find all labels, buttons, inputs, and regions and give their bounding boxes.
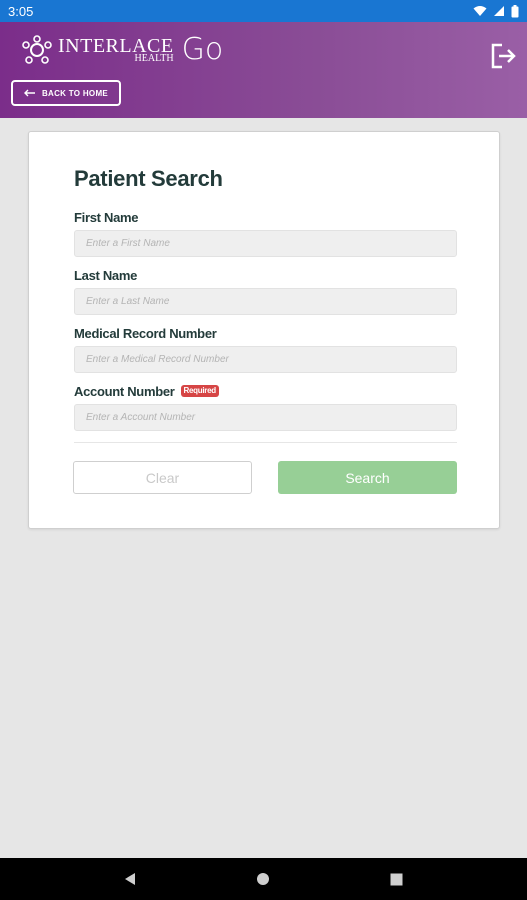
page-title: Patient Search: [74, 166, 223, 191]
divider: [74, 442, 457, 443]
first-name-label: First Name: [74, 209, 139, 225]
system-nav-bar: [0, 858, 527, 900]
logout-icon[interactable]: [489, 42, 517, 70]
first-name-input[interactable]: Enter a First Name: [74, 230, 457, 257]
medical-record-number-input[interactable]: Enter a Medical Record Number: [74, 346, 457, 373]
signal-icon: [494, 6, 504, 16]
back-to-home-button[interactable]: BACK TO HOME: [11, 80, 121, 106]
home-circle-icon: [257, 873, 269, 885]
logo-go: Go: [181, 32, 224, 67]
account-number-label: Account Number: [74, 383, 175, 399]
status-bar: 3:05: [0, 0, 527, 22]
account-number-field: Account Number Required Enter a Account …: [74, 382, 457, 431]
recents-nav-button[interactable]: [390, 873, 403, 886]
home-nav-button[interactable]: [256, 872, 270, 886]
patient-search-card: Patient Search First Name Enter a First …: [28, 131, 500, 529]
back-triangle-icon: [125, 873, 135, 885]
account-number-input[interactable]: Enter a Account Number: [74, 404, 457, 431]
medical-record-number-label: Medical Record Number: [74, 325, 217, 341]
status-icons: [473, 4, 519, 18]
logo-mark-icon: [22, 34, 52, 64]
medical-record-number-field: Medical Record Number Enter a Medical Re…: [74, 324, 457, 373]
app-header: INTERLACE HEALTH Go BACK TO HOME: [0, 22, 527, 118]
clear-button[interactable]: Clear: [73, 461, 252, 494]
last-name-input[interactable]: Enter a Last Name: [74, 288, 457, 315]
back-nav-button[interactable]: [124, 872, 136, 886]
required-badge: Required: [180, 385, 219, 397]
first-name-field: First Name Enter a First Name: [74, 208, 457, 257]
status-time: 3:05: [8, 3, 34, 19]
back-to-home-label: BACK TO HOME: [41, 88, 109, 98]
logo: INTERLACE HEALTH Go: [20, 32, 223, 67]
recents-square-icon: [390, 873, 403, 885]
last-name-label: Last Name: [74, 267, 138, 283]
wifi-icon: [473, 6, 487, 16]
arrow-left-icon: [23, 89, 35, 97]
search-button[interactable]: Search: [278, 461, 457, 494]
last-name-field: Last Name Enter a Last Name: [74, 266, 457, 315]
battery-icon: [511, 4, 519, 17]
